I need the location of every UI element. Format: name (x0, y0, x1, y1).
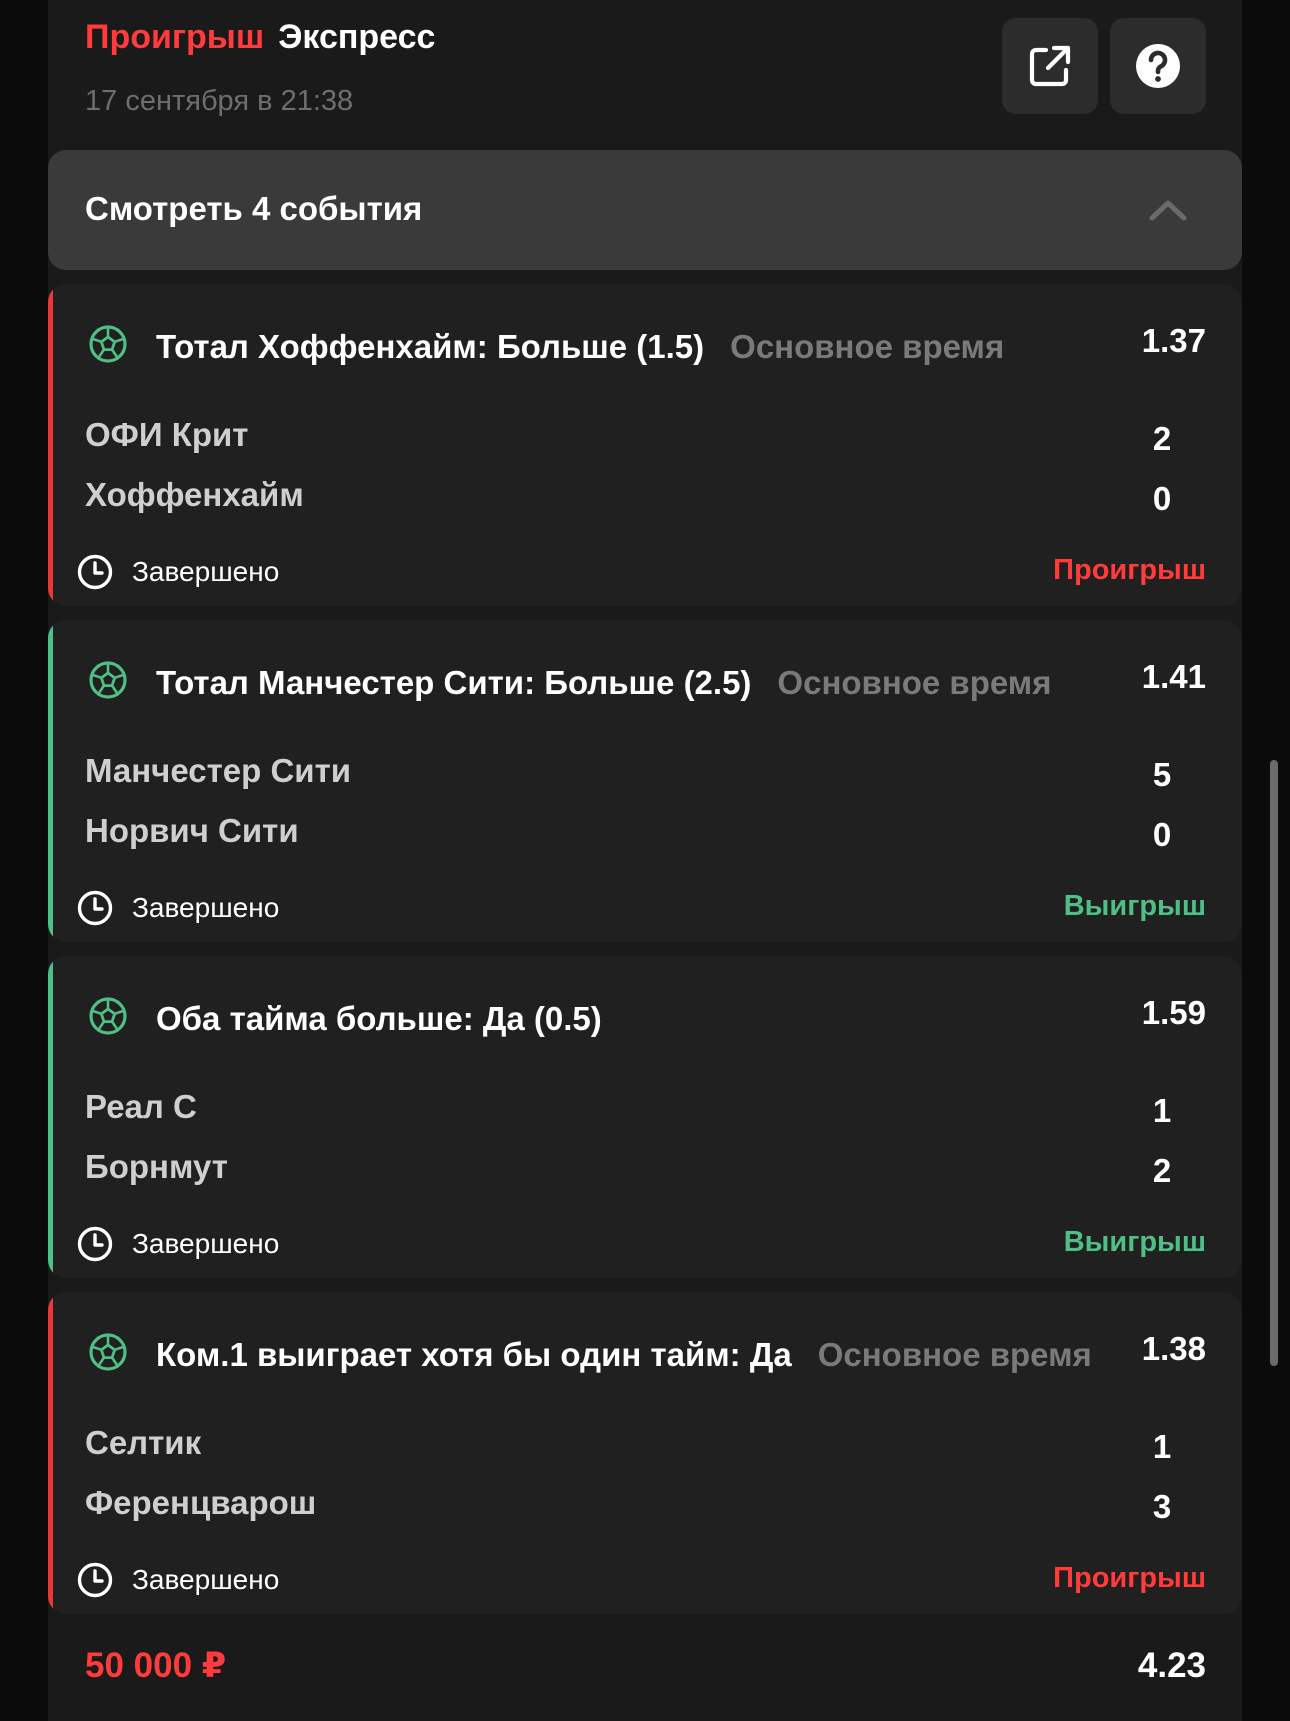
event-state: Завершено (132, 1228, 280, 1259)
event-state: Завершено (132, 1564, 280, 1595)
market-name: Тотал Хоффенхайм: Больше (1.5) (156, 328, 705, 365)
stake-amount: 50 000 ₽ (85, 1646, 227, 1685)
team-home: Селтик (85, 1424, 202, 1461)
team-away: Норвич Сити (85, 812, 299, 849)
score-away: 0 (1152, 816, 1172, 853)
event-market: Ком.1 выиграет хотя бы один тайм: Да Осно… (156, 1336, 1092, 1374)
share-external-icon (1029, 45, 1071, 87)
bet-status: Проигрыш (85, 18, 265, 56)
football-icon (89, 661, 127, 699)
result-indicator-bar (48, 284, 53, 606)
event-card: Оба тайма больше: Да (0.5) 1.59 Реал С 1… (48, 956, 1242, 1278)
football-icon (89, 1333, 127, 1371)
score-away: 3 (1152, 1488, 1172, 1525)
result-indicator-bar (48, 956, 53, 1278)
score-away: 0 (1152, 480, 1172, 517)
event-card: Ком.1 выиграет хотя бы один тайм: Да Осно… (48, 1292, 1242, 1614)
score-home: 2 (1152, 420, 1172, 457)
help-circle-icon (1136, 44, 1180, 88)
help-button[interactable] (1110, 18, 1206, 114)
result-indicator-bar (48, 620, 53, 942)
clock-icon (77, 554, 113, 590)
bet-title: Проигрыш Экспресс (85, 18, 435, 57)
team-away: Борнмут (85, 1148, 228, 1185)
event-outcome: Проигрыш (1053, 554, 1206, 586)
score-home: 1 (1152, 1428, 1172, 1465)
score-away: 2 (1152, 1152, 1172, 1189)
event-odds: 1.59 (1141, 994, 1206, 1031)
event-odds: 1.37 (1141, 322, 1206, 359)
bet-header: Проигрыш Экспресс 17 сентября в 21:38 (48, 0, 1242, 150)
football-icon (89, 997, 127, 1035)
market-period: Основное время (777, 664, 1052, 701)
team-home: Манчестер Сити (85, 752, 352, 789)
team-home: Реал С (85, 1088, 197, 1125)
market-period: Основное время (817, 1336, 1092, 1373)
market-name: Ком.1 выиграет хотя бы один тайм: Да (156, 1336, 792, 1373)
event-market: Тотал Манчестер Сити: Больше (2.5) Основн… (156, 664, 1051, 702)
share-button[interactable] (1002, 18, 1098, 114)
score-home: 1 (1152, 1092, 1172, 1129)
bet-type: Экспресс (278, 18, 436, 56)
team-away: Ференцварош (85, 1484, 317, 1521)
bet-date: 17 сентября в 21:38 (85, 85, 354, 117)
clock-icon (77, 1562, 113, 1598)
market-name: Тотал Манчестер Сити: Больше (2.5) (156, 664, 752, 701)
events-toggle[interactable]: Смотреть 4 события (48, 150, 1242, 270)
event-state: Завершено (132, 556, 280, 587)
result-indicator-bar (48, 1292, 53, 1614)
total-odds: 4.23 (1137, 1646, 1206, 1685)
event-market: Оба тайма больше: Да (0.5) (156, 1000, 628, 1038)
event-outcome: Выигрыш (1063, 890, 1206, 922)
team-home: ОФИ Крит (85, 416, 249, 453)
event-odds: 1.38 (1141, 1330, 1206, 1367)
event-outcome: Проигрыш (1053, 1562, 1206, 1594)
event-odds: 1.41 (1141, 658, 1206, 695)
event-card: Тотал Манчестер Сити: Больше (2.5) Основн… (48, 620, 1242, 942)
clock-icon (77, 1226, 113, 1262)
bet-details-panel: Проигрыш Экспресс 17 сентября в 21:38 Смо… (48, 0, 1242, 1721)
events-toggle-label: Смотреть 4 события (85, 190, 423, 227)
bet-footer: 50 000 ₽ 4.23 (48, 1620, 1242, 1721)
market-name: Оба тайма больше: Да (0.5) (156, 1000, 602, 1037)
chevron-up-icon (1149, 200, 1187, 221)
event-card: Тотал Хоффенхайм: Больше (1.5) Основное в… (48, 284, 1242, 606)
event-state: Завершено (132, 892, 280, 923)
scrollbar[interactable] (1270, 760, 1278, 1366)
clock-icon (77, 890, 113, 926)
event-outcome: Выигрыш (1063, 1226, 1206, 1258)
score-home: 5 (1152, 756, 1172, 793)
team-away: Хоффенхайм (85, 476, 304, 513)
football-icon (89, 325, 127, 363)
event-market: Тотал Хоффенхайм: Больше (1.5) Основное в… (156, 328, 1004, 366)
market-period: Основное время (730, 328, 1005, 365)
